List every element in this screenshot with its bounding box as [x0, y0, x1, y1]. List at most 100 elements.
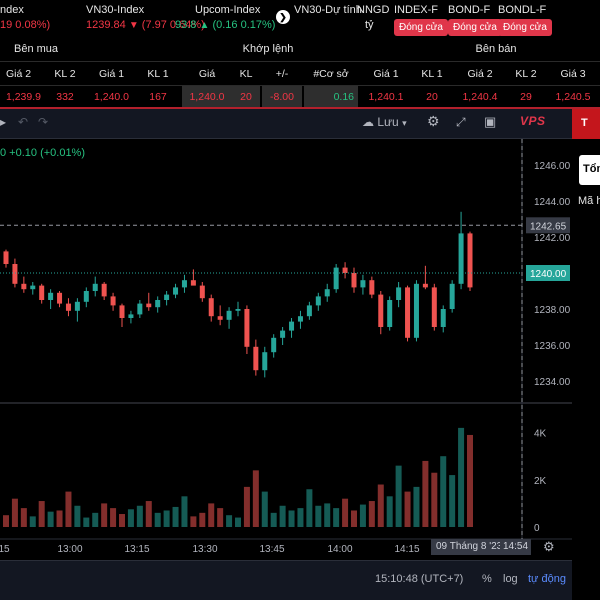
summary-button[interactable]: Tổng	[579, 155, 600, 185]
ticker-name: VN30-Dự tính	[294, 4, 362, 16]
group-matched: Khớp lệnh	[242, 43, 294, 55]
col-header: Giá 1	[98, 67, 125, 80]
candle-body	[101, 283, 107, 297]
col-header: KL 2	[54, 67, 76, 80]
col-header: +/-	[275, 67, 289, 80]
order-book-row[interactable]: 1,239.9 332 1,240.0 167 1,240.0 20 -8.00…	[0, 86, 600, 108]
candle-body	[190, 280, 196, 286]
candle-body	[173, 287, 179, 295]
ticker-name: BONDL-F	[498, 4, 547, 16]
volume-bar	[154, 512, 161, 527]
volume-bar	[377, 484, 384, 527]
side-tab[interactable]: T	[572, 109, 600, 139]
candle-body	[235, 309, 241, 311]
candle-body	[431, 287, 437, 327]
fullscreen-icon[interactable]: ⤢	[456, 115, 466, 130]
volume-bar	[163, 510, 170, 527]
chevron-right-icon[interactable]: ❯	[276, 10, 290, 24]
volume-bar	[243, 486, 250, 527]
redo-icon[interactable]: ↷	[38, 115, 48, 129]
col-header: KL	[239, 67, 253, 80]
group-buy: Bên mua	[13, 43, 59, 55]
ticker-index-f[interactable]: INDEX-F Đóng cửa	[394, 3, 448, 36]
brand-logo: VPS	[520, 114, 546, 128]
volume-bar	[56, 510, 63, 527]
save-label: Lưu	[377, 115, 399, 129]
ticker-bond-f[interactable]: BOND-F Đóng cửa	[448, 3, 502, 36]
ticker-value: 19 0.08%)	[0, 19, 51, 31]
volume-tick-label: 0	[534, 523, 540, 534]
candle-body	[396, 287, 402, 300]
volume-bar	[324, 503, 331, 527]
ask-price-2: 1,240.4	[462, 91, 498, 103]
volume-bar	[395, 465, 402, 527]
ticker-bondl-f[interactable]: BONDL-F Đóng cửa	[498, 3, 552, 36]
gear-icon[interactable]: ⚙	[427, 113, 440, 130]
ticker-vn30-forecast[interactable]: VN30-Dự tính	[294, 3, 362, 18]
candle-body	[12, 264, 18, 284]
volume-bar	[422, 460, 429, 527]
volume-bar	[199, 512, 206, 527]
candle-body	[342, 267, 348, 273]
col-header: KL 1	[147, 67, 169, 80]
ticker-name: NNGD	[357, 4, 390, 16]
save-button[interactable]: ☁ Lưu ▾	[362, 115, 407, 129]
price-tick-label: 1242.00	[534, 233, 571, 244]
price-tick-label: 1246.00	[534, 161, 571, 172]
col-header: KL 1	[421, 67, 443, 80]
volume-bar	[172, 506, 179, 527]
candle-body	[208, 298, 214, 317]
candle-body	[262, 352, 268, 371]
candle-body	[110, 296, 116, 306]
volume-bar	[136, 505, 143, 527]
group-sell: Bên bán	[475, 43, 517, 55]
ticker-value: 1239.84	[86, 19, 126, 31]
chart-legend: 0 +0.10 (+0.01%)	[0, 147, 86, 159]
candle-body	[48, 292, 54, 300]
candle-body	[360, 280, 366, 288]
candle-body	[387, 300, 393, 327]
volume-bar	[333, 508, 340, 527]
candle-body	[440, 309, 446, 327]
cloud-icon: ☁	[362, 115, 374, 129]
volume-bar	[92, 512, 99, 527]
volume-bar	[127, 509, 134, 527]
volume-bar	[279, 505, 286, 527]
candle-body	[199, 285, 205, 299]
volume-bar	[83, 517, 90, 527]
volume-bar	[431, 472, 438, 527]
camera-icon[interactable]: ▣	[484, 114, 496, 130]
gear-icon[interactable]: ⚙	[543, 539, 555, 555]
cursor-time: 14:54	[500, 539, 532, 555]
ticker-nngd[interactable]: NNGD tỷ	[357, 3, 389, 33]
auto-scale-toggle[interactable]: tự động	[528, 573, 566, 585]
percent-toggle[interactable]: %	[482, 573, 492, 585]
ticker-upcom[interactable]: Upcom-Index 93.8 ▲ (0.16 0.17%)	[175, 3, 275, 33]
ask-price-3: 1,240.5	[555, 91, 591, 103]
price-chart[interactable]: 1246.00 1244.00 1242.00 1240.00 1238.00 1236.…	[0, 139, 572, 560]
volume-bar	[351, 510, 357, 527]
volume-bar	[467, 434, 473, 527]
volume-bar	[217, 508, 224, 527]
ticker-vnindex[interactable]: ndex 19 0.08%)	[0, 3, 50, 33]
price-tick-label: 1244.00	[534, 197, 571, 208]
ticker-name: BOND-F	[448, 4, 491, 16]
candle-body	[253, 346, 259, 371]
candle-body	[378, 294, 384, 327]
volume-bar	[47, 511, 54, 527]
volume-bar	[11, 498, 18, 527]
volume-bar	[208, 503, 215, 527]
volume-bar	[65, 491, 72, 527]
ticker-value: tỷ	[365, 19, 374, 31]
volume-bar	[368, 501, 375, 527]
col-header: KL 2	[515, 67, 537, 80]
undo-icon[interactable]: ↶	[18, 115, 28, 129]
log-toggle[interactable]: log	[503, 573, 518, 585]
chart-area[interactable]: 1246.00 1244.00 1242.00 1240.00 1238.00 1236.…	[0, 139, 572, 600]
chart-type-icon[interactable]: ▸	[0, 115, 6, 129]
time-tick-label: 13:00	[57, 544, 82, 555]
side-label: Mã h	[578, 195, 600, 207]
ticker-name: Upcom-Index	[195, 4, 261, 16]
candle-body	[467, 233, 473, 288]
index-ticker: ndex 19 0.08%) VN30-Index 1239.84 ▼ (7.9…	[0, 0, 600, 36]
